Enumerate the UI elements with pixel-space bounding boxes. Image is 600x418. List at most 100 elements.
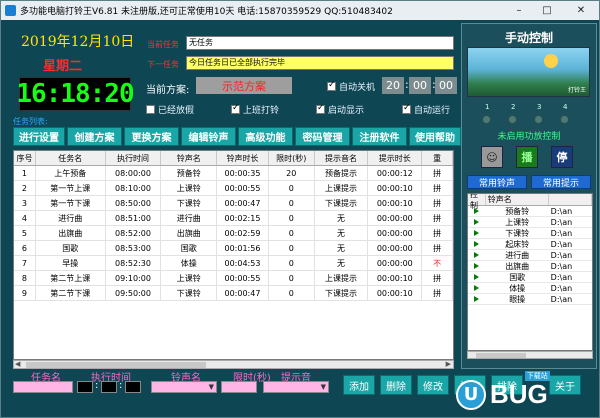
table-row[interactable]: 7 早操 08:52:30 体操 00:04:53 0 无 00:00:00 不	[14, 256, 453, 271]
app-icon	[5, 5, 16, 16]
register-button[interactable]: 注册软件	[352, 127, 407, 146]
play-icon[interactable]	[474, 230, 480, 236]
create-plan-button[interactable]: 创建方案	[67, 127, 122, 146]
table-row[interactable]: 8 第二节上课 09:10:00 上课铃 00:00:55 0 上课提示 00:00:10 拼	[14, 271, 453, 286]
play-icon[interactable]	[474, 241, 480, 247]
bell-list-scrollbar[interactable]	[467, 351, 593, 359]
shutdown-hour-field[interactable]: 20	[382, 77, 404, 94]
modify-button[interactable]: 修改	[417, 375, 449, 395]
play-icon[interactable]	[474, 208, 480, 214]
cell: 第一节上课	[36, 181, 106, 195]
table-row[interactable]: 6 国歌 08:53:00 国歌 00:01:56 0 无 00:00:00 拼	[14, 241, 453, 256]
stop-icon[interactable]: 停	[551, 146, 573, 168]
cell: 进行曲	[161, 211, 218, 225]
delete-button[interactable]: 删除	[380, 375, 412, 395]
col-prompt-name[interactable]: 提示音名	[315, 151, 369, 165]
current-task-label: 当前任务	[147, 40, 179, 49]
bell-path: D:\an	[550, 250, 573, 260]
holiday-checkbox[interactable]: 已经放假	[146, 103, 194, 116]
cell: 00:02:59	[217, 226, 269, 240]
auto-run-checkbox[interactable]: 自动运行	[402, 103, 450, 116]
table-horizontal-scrollbar[interactable]: ◀ ▶	[13, 360, 454, 369]
channel-led[interactable]	[560, 115, 569, 124]
play-icon[interactable]	[474, 252, 480, 258]
scroll-thumb[interactable]	[476, 353, 526, 358]
amp-status: 未启用功放控制	[497, 132, 561, 142]
limit-input[interactable]	[221, 381, 257, 393]
col-prompt-duration[interactable]: 提示时长	[368, 151, 423, 165]
auto-shutdown-checkbox[interactable]: 自动关机	[327, 80, 375, 93]
list-item[interactable]: 预备铃 D:\an	[468, 206, 592, 217]
list-item[interactable]: 进行曲 D:\an	[468, 250, 592, 261]
cell: 下课提示	[315, 196, 369, 210]
password-button[interactable]: 密码管理	[295, 127, 350, 146]
play-icon[interactable]	[474, 274, 480, 280]
channel-led[interactable]	[534, 115, 543, 124]
list-item[interactable]: 上课铃 D:\an	[468, 217, 592, 228]
class-bell-checkbox[interactable]: 上班打铃	[231, 103, 279, 116]
cell: 20	[269, 166, 315, 180]
play-icon[interactable]	[474, 219, 480, 225]
channel-led[interactable]	[482, 115, 491, 124]
shutdown-second-field[interactable]: 00	[435, 77, 457, 94]
cell: 国歌	[161, 241, 218, 255]
col-index[interactable]: 序号	[14, 151, 36, 165]
channel-led[interactable]	[508, 115, 517, 124]
bell-path: D:\an	[550, 217, 573, 227]
settings-button[interactable]: 进行设置	[13, 127, 65, 146]
minimize-icon[interactable]: –	[505, 1, 533, 20]
col-repeat[interactable]: 重	[422, 151, 453, 165]
help-button[interactable]: 使用帮助	[409, 127, 461, 146]
play-icon[interactable]: 播	[516, 146, 538, 168]
exec-second-input[interactable]	[125, 381, 141, 393]
list-item[interactable]: 起床铃 D:\an	[468, 239, 592, 250]
change-plan-button[interactable]: 更换方案	[124, 127, 179, 146]
close-icon[interactable]: ✕	[561, 1, 599, 20]
prompt-select[interactable]: ▼	[263, 381, 329, 393]
play-icon[interactable]	[474, 263, 480, 269]
scroll-right-icon[interactable]: ▶	[446, 360, 451, 368]
table-row[interactable]: 1 上午预备 08:00:00 预备铃 00:00:35 20 预备提示 00:00:12 拼	[14, 166, 453, 181]
scroll-thumb[interactable]	[26, 362, 206, 368]
cell: 6	[14, 241, 36, 255]
exec-hour-input[interactable]	[77, 381, 93, 393]
task-name-input[interactable]	[13, 381, 73, 393]
add-button[interactable]: 添加	[343, 375, 375, 395]
maximize-icon[interactable]: □	[533, 1, 561, 20]
play-icon[interactable]	[474, 296, 480, 302]
tab-common-bells[interactable]: 常用铃声	[467, 175, 527, 189]
play-icon[interactable]	[474, 285, 480, 291]
ring-name-select[interactable]: ▼	[151, 381, 217, 393]
channel-number: 2	[511, 103, 516, 111]
exec-minute-input[interactable]	[101, 381, 117, 393]
cell: 08:10:00	[106, 181, 162, 195]
chevron-down-icon: ▼	[320, 383, 326, 391]
about-button[interactable]: 关于	[549, 375, 581, 395]
auto-show-checkbox[interactable]: 启动显示	[316, 103, 364, 116]
table-row[interactable]: 3 第一节下课 08:50:00 下课铃 00:00:47 0 下课提示 00:00:10 拼	[14, 196, 453, 211]
advanced-button[interactable]: 高级功能	[238, 127, 293, 146]
list-item[interactable]: 下课铃 D:\an	[468, 228, 592, 239]
current-plan-field[interactable]: 示范方案	[196, 77, 292, 94]
col-exec-time[interactable]: 执行时间	[106, 151, 162, 165]
edit-ring-button[interactable]: 编辑铃声	[181, 127, 236, 146]
table-row[interactable]: 9 第二节下课 09:50:00 下课铃 00:00:47 0 下课提示 00:00:10 拼	[14, 286, 453, 301]
auto-show-label: 启动显示	[328, 106, 365, 116]
table-row[interactable]: 4 进行曲 08:51:00 进行曲 00:02:15 0 无 00:00:00 拼	[14, 211, 453, 226]
sun-icon	[544, 54, 558, 68]
tab-common-prompts[interactable]: 常用提示	[531, 175, 591, 189]
col-limit[interactable]: 限时(秒)	[269, 151, 315, 165]
list-item[interactable]: 出旗曲 D:\an	[468, 261, 592, 272]
list-item[interactable]: 国歌 D:\an	[468, 272, 592, 283]
list-item[interactable]: 体操 D:\an	[468, 283, 592, 294]
manual-icon[interactable]: ☺	[481, 146, 503, 168]
table-row[interactable]: 5 出旗曲 08:52:00 出旗曲 00:02:59 0 无 00:00:00 拼	[14, 226, 453, 241]
list-item[interactable]: 眼操 D:\an	[468, 294, 592, 305]
col-task-name[interactable]: 任务名	[36, 151, 106, 165]
col-ring-duration[interactable]: 铃声时长	[217, 151, 269, 165]
shutdown-minute-field[interactable]: 00	[409, 77, 431, 94]
cell: 00:00:55	[217, 181, 269, 195]
scroll-left-icon[interactable]: ◀	[15, 360, 20, 368]
col-ring-name[interactable]: 铃声名	[161, 151, 218, 165]
table-row[interactable]: 2 第一节上课 08:10:00 上课铃 00:00:55 0 上课提示 00:00:10 拼	[14, 181, 453, 196]
